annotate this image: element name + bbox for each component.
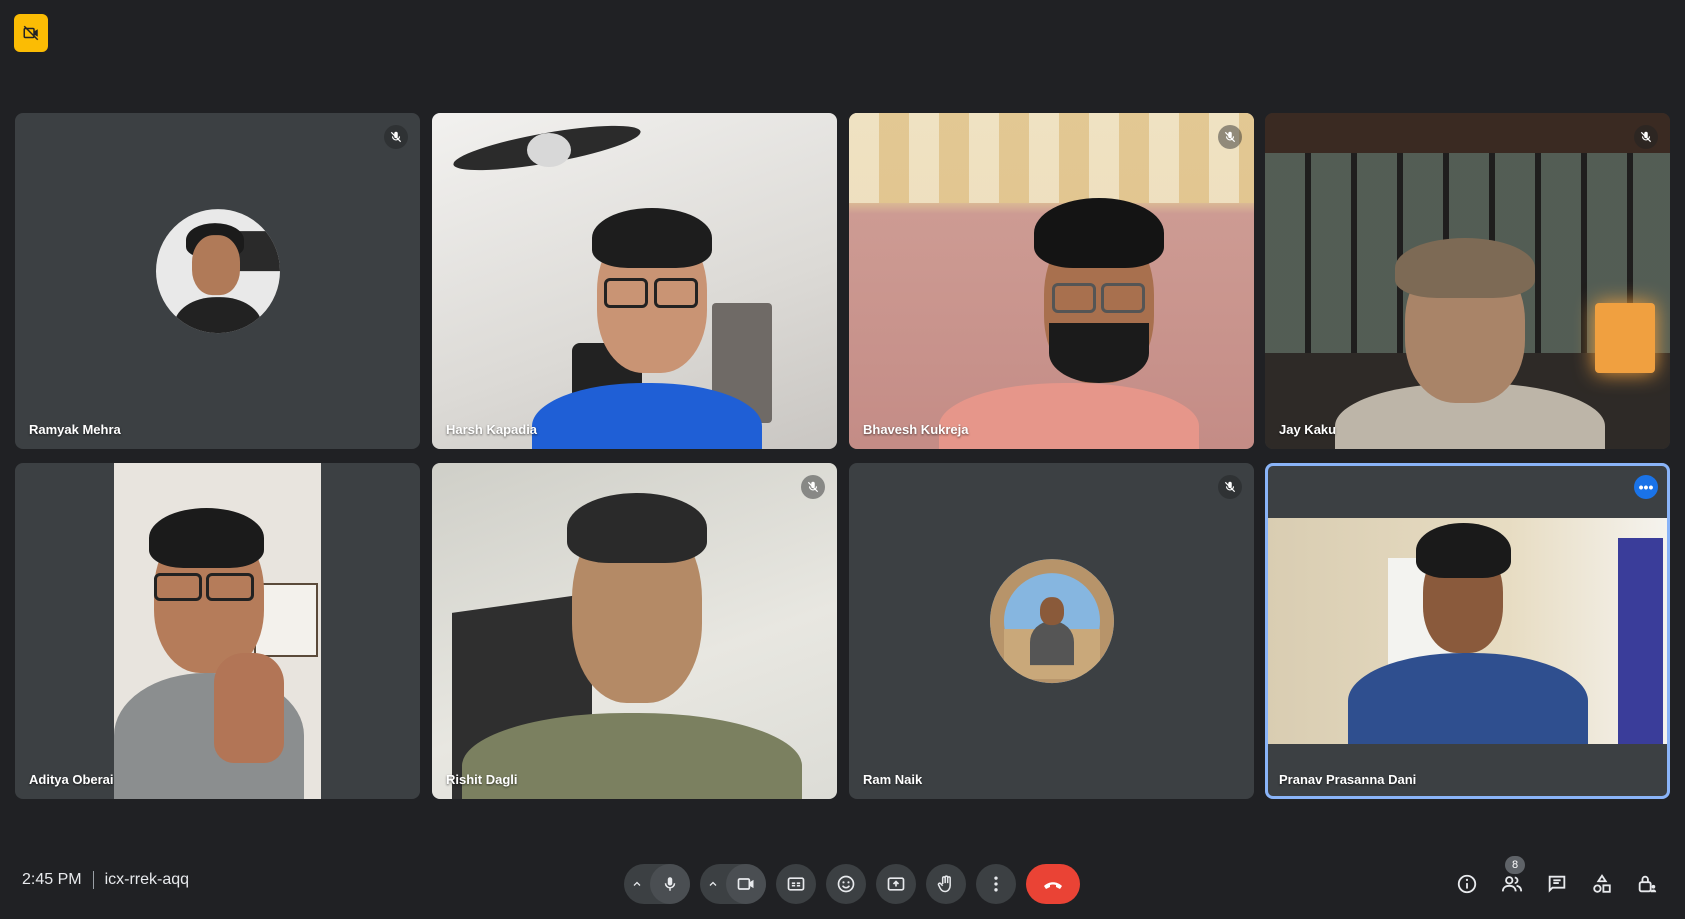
activities-icon [1592,874,1611,893]
people-button[interactable]: 8 [1491,856,1532,904]
meeting-details-button[interactable] [1446,864,1487,904]
activities-button[interactable] [1581,864,1622,904]
participant-name: Bhavesh Kukreja [863,422,969,437]
people-icon [1501,876,1522,892]
mic-off-icon [1218,475,1242,499]
participant-grid: Ramyak Mehra Harsh Kapadia Bhavesh Kukre… [15,113,1670,799]
call-controls [624,864,1080,904]
participant-tile[interactable]: Harsh Kapadia [432,113,837,449]
mic-control [624,864,690,904]
captions-button[interactable] [776,864,816,904]
participant-name: Ramyak Mehra [29,422,121,437]
present-screen-icon [887,877,905,891]
participant-name: Jay Kaku [1279,422,1337,437]
participant-tile[interactable]: Rishit Dagli [432,463,837,799]
participant-video [114,463,321,799]
emoji-icon [837,875,855,893]
raise-hand-button[interactable] [926,864,966,904]
participant-video [432,113,837,449]
chevron-up-icon[interactable] [700,878,726,890]
participant-video [1268,518,1667,744]
lock-person-icon [1638,875,1656,893]
mic-off-icon [1218,125,1242,149]
mic-off-icon [801,475,825,499]
participant-tile[interactable]: ••• Pranav Prasanna Dani [1265,463,1670,799]
more-options-button[interactable]: ••• [1634,475,1658,499]
chevron-up-icon[interactable] [624,878,650,890]
participant-video [849,113,1254,449]
meeting-time: 2:45 PM [22,871,82,888]
leave-call-button[interactable] [1026,864,1080,904]
captions-icon [787,877,805,891]
info-icon [1457,874,1476,894]
camera-button[interactable] [726,864,766,904]
mic-icon [664,877,676,891]
divider [92,871,94,889]
participant-name: Pranav Prasanna Dani [1279,772,1417,787]
reactions-button[interactable] [826,864,866,904]
mic-button[interactable] [650,864,690,904]
mic-off-icon [1634,125,1658,149]
bottom-bar: 2:45 PM icx-rrek-aqq 8 [0,851,1685,911]
host-controls-button[interactable] [1626,864,1667,904]
mic-off-icon [384,125,408,149]
participant-name: Ram Naik [863,772,923,787]
present-button[interactable] [876,864,916,904]
chat-icon [1548,875,1565,893]
camera-icon [737,878,754,890]
participant-video [1265,113,1670,449]
participant-tile[interactable]: Ramyak Mehra [15,113,420,449]
hand-icon [937,875,951,893]
chat-button[interactable] [1536,864,1577,904]
participant-avatar [989,559,1114,684]
participant-tile[interactable]: Aditya Oberai [15,463,420,799]
participant-tile[interactable]: Ram Naik [849,463,1254,799]
video-off-icon [23,25,39,41]
participant-video [432,463,837,799]
more-vert-icon [994,876,998,892]
more-options-button[interactable] [976,864,1016,904]
side-controls: 8 [1446,856,1667,904]
camera-control [700,864,766,904]
participant-tile[interactable]: Bhavesh Kukreja [849,113,1254,449]
participant-name: Harsh Kapadia [446,422,538,437]
hangup-icon [1044,882,1062,889]
participant-avatar [155,209,280,334]
meeting-code: icx-rrek-aqq [104,871,190,888]
meeting-info: 2:45 PM icx-rrek-aqq [22,871,189,889]
participant-name: Rishit Dagli [446,772,518,787]
recording-badge[interactable] [14,14,48,52]
participant-count-badge: 8 [1505,856,1525,874]
participant-name: Aditya Oberai [29,772,114,787]
participant-tile[interactable]: Jay Kaku [1265,113,1670,449]
